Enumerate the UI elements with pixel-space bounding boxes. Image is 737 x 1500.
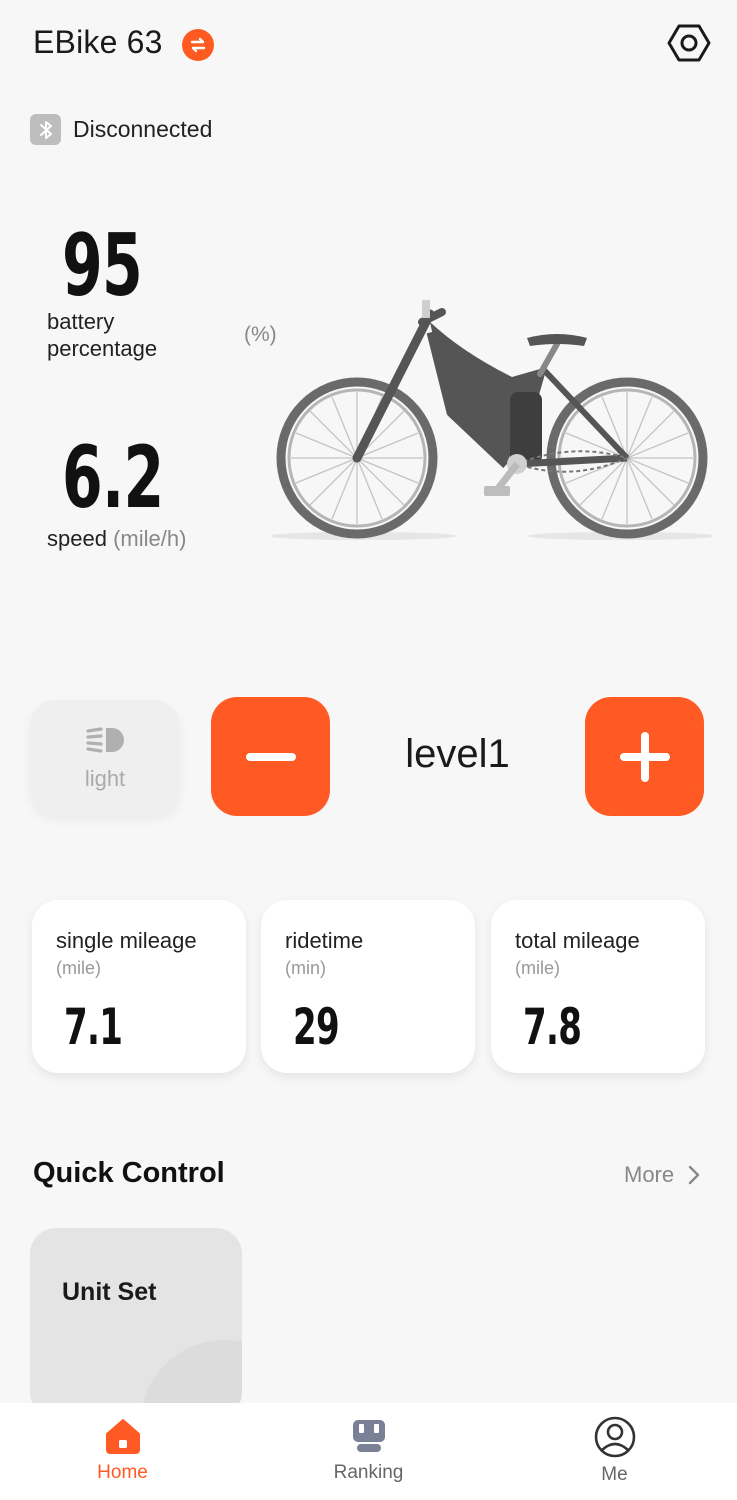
assist-level: level1 [405, 732, 510, 776]
card-value: 7.1 [64, 998, 123, 1056]
speed-label-text: speed [47, 526, 107, 551]
speed-unit: (mile/h) [113, 526, 187, 551]
chevron-right-icon [688, 1165, 700, 1185]
plus-icon [619, 731, 670, 782]
hexagon-settings-icon[interactable] [666, 20, 712, 66]
card-unit: (min) [285, 958, 326, 978]
more-label: More [624, 1162, 675, 1187]
card-unit: (mile) [56, 958, 101, 978]
bottom-nav: Home Ranking Me [0, 1403, 737, 1500]
increase-level-button[interactable] [585, 697, 704, 816]
quick-control-title: Quick Control [33, 1157, 225, 1189]
card-value: 7.8 [523, 998, 582, 1056]
ebike-illustration [267, 292, 717, 552]
light-button[interactable]: light [30, 700, 180, 816]
bluetooth-icon [30, 114, 61, 145]
headlight-icon [86, 727, 124, 753]
nav-label-me: Me [601, 1464, 628, 1485]
speed-label: speed (mile/h) [47, 526, 186, 552]
total-mileage-card: total mileage (mile) 7.8 [491, 900, 705, 1073]
page-title: EBike 63 [33, 24, 163, 60]
decrease-level-button[interactable] [211, 697, 330, 816]
card-label: single mileage [56, 928, 197, 953]
unit-set-label: Unit Set [62, 1278, 157, 1306]
minus-icon [245, 752, 296, 761]
ranking-icon [352, 1420, 385, 1452]
card-label: total mileage [515, 928, 640, 953]
nav-item-ranking[interactable]: Ranking [246, 1403, 491, 1500]
unit-set-card[interactable]: Unit Set [30, 1228, 242, 1418]
nav-label-ranking: Ranking [333, 1462, 404, 1483]
nav-item-home[interactable]: Home [0, 1403, 245, 1500]
card-label: ridetime [285, 928, 364, 953]
light-label: light [84, 766, 126, 791]
ridetime-card: ridetime (min) 29 [261, 900, 475, 1073]
speed-value: 6.2 [62, 428, 164, 528]
more-link[interactable]: More [624, 1162, 700, 1188]
card-unit: (mile) [515, 958, 560, 978]
home-icon [105, 1419, 140, 1454]
card-value: 29 [293, 998, 340, 1056]
nav-label-home: Home [97, 1462, 148, 1483]
single-mileage-card: single mileage (mile) 7.1 [32, 900, 246, 1073]
battery-label: battery percentage [47, 309, 158, 361]
battery-value: 95 [62, 216, 143, 316]
swap-icon[interactable] [182, 29, 214, 61]
nav-item-me[interactable]: Me [492, 1403, 737, 1500]
profile-icon [594, 1416, 635, 1458]
connection-status: Disconnected [73, 116, 213, 142]
